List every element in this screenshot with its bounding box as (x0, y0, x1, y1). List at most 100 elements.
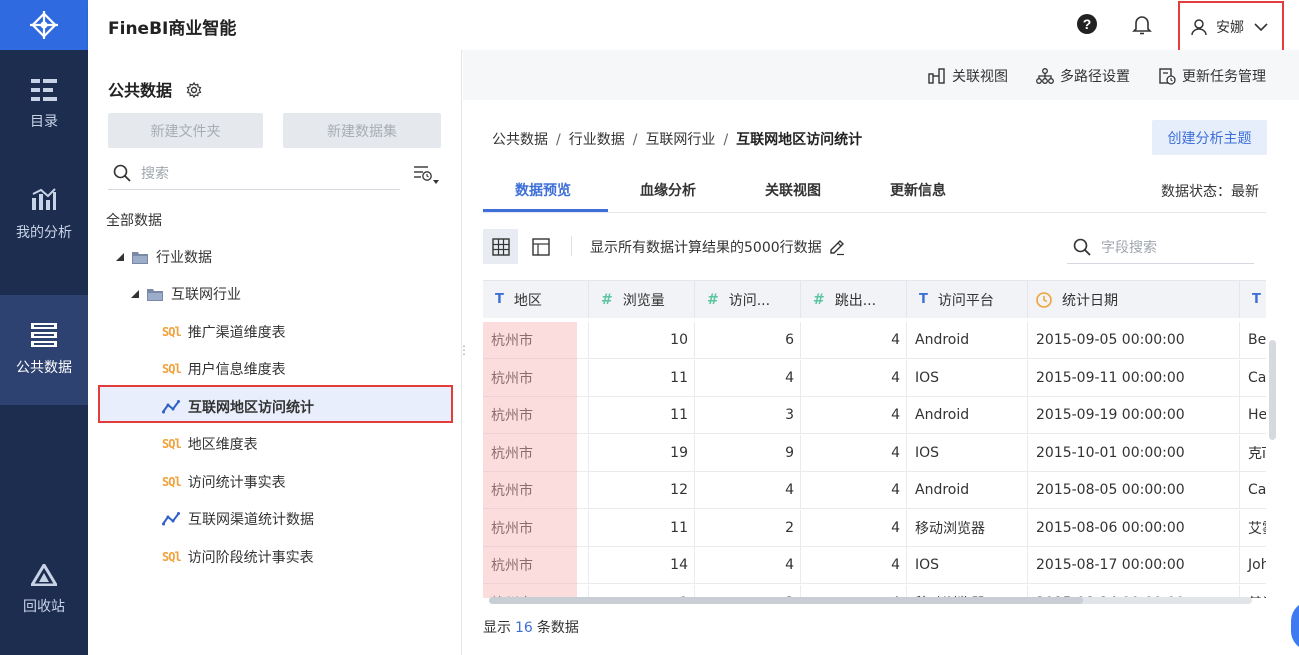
bell-icon[interactable] (1131, 13, 1153, 39)
table-cell: 11 (589, 509, 695, 547)
svg-text:?: ? (1083, 16, 1092, 32)
search-placeholder: 搜索 (141, 166, 169, 182)
breadcrumb-public-data[interactable]: 公共数据 (492, 132, 548, 148)
new-dataset-button[interactable]: 新建数据集 (283, 113, 441, 148)
rail-item-public-data[interactable]: 公共数据 (0, 295, 88, 405)
table-cell: 6 (695, 322, 801, 359)
column-header-extra[interactable]: T (1240, 281, 1266, 318)
user-menu[interactable]: 安娜 (1178, 1, 1284, 52)
column-header-platform[interactable]: T 访问平台 (907, 281, 1028, 318)
tree-item-visit-stage-fact[interactable]: SQl 访问阶段统计事实表 (162, 547, 314, 567)
update-task-label: 更新任务管理 (1182, 69, 1266, 85)
logo-icon (30, 11, 58, 39)
table-cell: He (1240, 397, 1266, 434)
grid-view-toggle[interactable] (483, 229, 518, 264)
tree-folder-internet[interactable]: 互联网行业 (131, 284, 241, 304)
breadcrumb-internet-industry[interactable]: 互联网行业 (645, 132, 715, 148)
table-cell: 3 (695, 397, 801, 434)
table-cell: 4 (801, 434, 907, 472)
layout-view-toggle[interactable] (523, 229, 558, 264)
column-header-region[interactable]: T 地区 (483, 281, 589, 318)
column-header-visits[interactable]: # 访问... (695, 281, 801, 318)
vertical-scrollbar[interactable] (1269, 340, 1276, 440)
top-bar: FineBI商业智能 ? 安娜 (88, 0, 1299, 52)
tree-root-all-data[interactable]: 全部数据 (106, 210, 162, 230)
table-cell: 4 (801, 322, 907, 359)
table-cell: 3 (695, 584, 801, 598)
tab-data-preview[interactable]: 数据预览 (515, 180, 571, 200)
tree-folder-industry[interactable]: 行业数据 (116, 247, 212, 267)
clock-icon (1036, 291, 1052, 308)
tree-item-label: 访问统计事实表 (187, 475, 286, 491)
help-icon[interactable]: ? (1076, 13, 1098, 39)
rail-item-catalog[interactable]: 目录 (0, 50, 88, 160)
create-analysis-topic-button[interactable]: 创建分析主题 (1152, 120, 1267, 155)
tree-item-user-info[interactable]: SQl 用户信息维度表 (162, 359, 286, 379)
column-header-pageviews[interactable]: # 浏览量 (589, 281, 695, 318)
edit-icon[interactable] (828, 238, 846, 256)
tree-item-label: 访问阶段统计事实表 (187, 550, 314, 566)
table-cell: 4 (695, 472, 801, 509)
column-header-date[interactable]: 统计日期 (1028, 281, 1240, 318)
breadcrumb: 公共数据 / 行业数据 / 互联网行业 / 互联网地区访问统计 (492, 129, 862, 149)
floating-assistant-button[interactable] (1291, 601, 1299, 651)
related-view-button[interactable]: 关联视图 (928, 66, 1008, 86)
multi-path-label: 多路径设置 (1060, 69, 1130, 85)
number-type-icon: # (707, 291, 719, 308)
breadcrumb-industry-data[interactable]: 行业数据 (569, 132, 625, 148)
text-type-icon: T (495, 292, 504, 307)
panel-resize-handle[interactable]: ⋮ (458, 343, 470, 357)
multi-path-button[interactable]: 多路径设置 (1036, 66, 1130, 86)
toolbar-divider (571, 236, 572, 256)
new-folder-button[interactable]: 新建文件夹 (108, 113, 263, 148)
field-search-input[interactable]: 字段搜索 (1067, 230, 1254, 264)
folder-icon (147, 288, 163, 301)
sql-table-icon: SQl (162, 362, 182, 376)
column-header-label: 访问... (728, 292, 771, 309)
scrollbar-thumb[interactable] (489, 597, 1083, 604)
record-count-number: 16 (515, 620, 533, 636)
table-cell: 杭州市 (483, 397, 589, 434)
update-task-button[interactable]: 更新任务管理 (1158, 66, 1266, 86)
record-count-suffix: 条数据 (536, 620, 579, 636)
sort-filter-icon[interactable] (413, 164, 439, 188)
tree-item-visit-fact[interactable]: SQl 访问统计事实表 (162, 472, 286, 492)
table-cell: 9 (695, 434, 801, 472)
multi-path-icon (1036, 68, 1054, 84)
column-header-label: 访问平台 (937, 292, 994, 309)
tree-item-channel-stats[interactable]: 互联网渠道统计数据 (162, 509, 314, 529)
rail-item-my-analysis[interactable]: 我的分析 (0, 160, 88, 270)
logo[interactable] (0, 0, 88, 50)
table-cell: Android (907, 322, 1028, 359)
table-cell: 11 (589, 359, 695, 397)
tree-item-region-visit[interactable]: 互联网地区访问统计 (162, 397, 314, 417)
sql-table-icon: SQl (162, 475, 182, 489)
tab-related-view[interactable]: 关联视图 (765, 180, 821, 200)
catalog-icon (31, 79, 57, 101)
table-cell: 杭州市 (483, 359, 589, 397)
gear-icon[interactable] (186, 81, 202, 99)
tree-item-promo-channel[interactable]: SQl 推广渠道维度表 (162, 322, 286, 342)
chevron-down-icon (1254, 22, 1268, 31)
search-icon (1073, 238, 1091, 256)
table-cell: 4 (801, 547, 907, 584)
tree-item-region-dim[interactable]: SQl 地区维度表 (162, 434, 258, 454)
tree-search-input[interactable]: 搜索 (108, 157, 400, 190)
row-count-text: 显示所有数据计算结果的5000行数据 (590, 240, 822, 256)
tab-lineage[interactable]: 血缘分析 (640, 180, 696, 200)
caret-down-icon (131, 290, 139, 298)
tree-item-label: 互联网地区访问统计 (188, 400, 314, 416)
update-task-icon (1159, 68, 1176, 85)
tab-update-info[interactable]: 更新信息 (890, 180, 946, 200)
table-cell: 其氵 (1240, 585, 1266, 599)
table-grid-icon (491, 237, 510, 256)
table-cell: 12 (589, 472, 695, 509)
column-header-bounces[interactable]: # 跳出... (801, 281, 907, 318)
breadcrumb-current: 互联网地区访问统计 (736, 132, 863, 148)
row-count-info: 显示所有数据计算结果的5000行数据 (590, 237, 846, 257)
horizontal-scrollbar[interactable] (489, 597, 1252, 604)
rail-label-my-analysis: 我的分析 (16, 225, 72, 241)
text-type-icon: T (1252, 292, 1261, 307)
rail-item-recycle[interactable]: 回收站 (0, 535, 88, 645)
table-cell: 10 (589, 322, 695, 359)
